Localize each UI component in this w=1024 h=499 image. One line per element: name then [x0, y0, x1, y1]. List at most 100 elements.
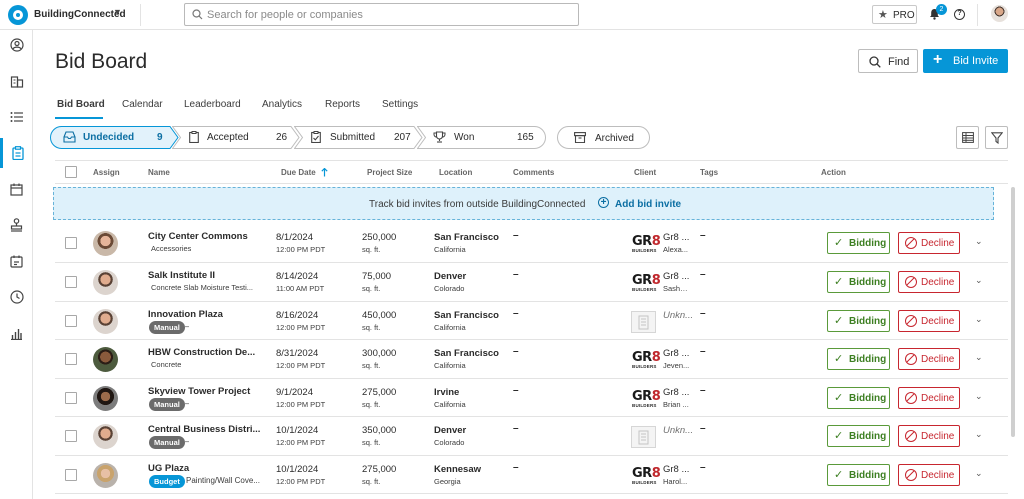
search-input[interactable]: Search for people or companies	[184, 3, 579, 26]
status-accepted[interactable]: Accepted 26	[172, 126, 300, 149]
decline-button[interactable]: Decline	[898, 463, 960, 486]
caret-down-icon[interactable]: ▼	[113, 7, 122, 17]
bidding-button[interactable]: ✓ Bidding	[827, 232, 890, 254]
bidding-button[interactable]: ✓ Bidding	[827, 386, 890, 409]
nav-profile-icon[interactable]	[0, 30, 33, 60]
brand-name[interactable]: BuildingConnected	[34, 9, 126, 20]
table-row[interactable]: Central Business Distri... Manual – 10/1…	[55, 417, 1008, 456]
sort-ascending-icon[interactable]	[321, 168, 328, 177]
row-checkbox[interactable]	[65, 430, 77, 442]
column-name[interactable]: Name	[148, 168, 170, 177]
bidding-button[interactable]: ✓ Bidding	[827, 309, 890, 332]
chevron-down-icon[interactable]: ⌄	[975, 429, 983, 440]
project-name[interactable]: Central Business Distri...	[148, 424, 266, 435]
chevron-down-icon[interactable]: ⌄	[975, 275, 983, 286]
tab-leaderboard[interactable]: Leaderboard	[184, 99, 241, 110]
status-archived[interactable]: Archived	[557, 126, 650, 149]
table-row[interactable]: HBW Construction De... Concrete 8/31/202…	[55, 340, 1008, 379]
table-row[interactable]: Salk Institute II Concrete Slab Moisture…	[55, 263, 1008, 302]
trade-label: Concrete	[151, 360, 182, 369]
select-all-checkbox[interactable]	[65, 166, 77, 178]
pro-button[interactable]: ★ PRO	[872, 5, 917, 24]
table-row[interactable]: Skyview Tower Project Manual – 9/1/2024 …	[55, 379, 1008, 417]
status-label: Won	[454, 132, 475, 143]
row-checkbox[interactable]	[65, 468, 77, 481]
status-submitted[interactable]: Submitted 207	[294, 126, 423, 149]
nav-list-icon[interactable]	[0, 102, 33, 132]
add-circle-icon[interactable]: +	[598, 197, 609, 208]
star-icon: ★	[878, 9, 888, 21]
bidding-button[interactable]: ✓ Bidding	[827, 271, 890, 293]
user-avatar[interactable]	[991, 5, 1008, 22]
column-client[interactable]: Client	[634, 168, 656, 177]
row-checkbox[interactable]	[65, 237, 77, 249]
status-undecided[interactable]: Undecided 9	[50, 126, 179, 149]
row-checkbox[interactable]	[65, 314, 77, 327]
status-won[interactable]: Won 165	[417, 126, 546, 149]
buildingconnected-logo-icon[interactable]	[8, 5, 28, 25]
row-checkbox[interactable]	[65, 391, 77, 404]
decline-button[interactable]: Decline	[898, 425, 960, 447]
project-name[interactable]: Salk Institute II	[148, 270, 266, 281]
add-bid-invite-link[interactable]: Add bid invite	[615, 199, 681, 210]
table-row[interactable]: UG Plaza Budget Painting/Wall Cove... 10…	[55, 456, 1008, 494]
assignee-avatar[interactable]	[93, 462, 118, 488]
chevron-down-icon[interactable]: ⌄	[975, 314, 983, 325]
decline-button[interactable]: Decline	[898, 271, 960, 293]
nav-schedule-icon[interactable]	[0, 246, 33, 276]
nav-buildings-icon[interactable]	[0, 66, 33, 96]
nav-stamp-icon[interactable]	[0, 210, 33, 240]
project-name[interactable]: HBW Construction De...	[148, 347, 266, 358]
bidding-button[interactable]: ✓ Bidding	[827, 348, 890, 370]
decline-button[interactable]: Decline	[898, 232, 960, 254]
decline-button[interactable]: Decline	[898, 309, 960, 332]
bidding-button[interactable]: ✓ Bidding	[827, 463, 890, 486]
tab-reports[interactable]: Reports	[325, 99, 360, 110]
tab-analytics[interactable]: Analytics	[262, 99, 302, 110]
assignee-avatar[interactable]	[93, 308, 118, 334]
bid-invite-button[interactable]: + Bid Invite	[923, 49, 1008, 73]
table-row[interactable]: Innovation Plaza Manual – 8/16/2024 12:0…	[55, 302, 1008, 340]
assignee-avatar[interactable]	[93, 347, 118, 372]
filter-button[interactable]	[985, 126, 1008, 149]
project-name[interactable]: City Center Commons	[148, 231, 266, 242]
vertical-scrollbar[interactable]	[1011, 187, 1015, 437]
chevron-down-icon[interactable]: ⌄	[975, 468, 983, 479]
table-view-button[interactable]	[956, 126, 979, 149]
column-tags[interactable]: Tags	[700, 168, 718, 177]
project-name[interactable]: Skyview Tower Project	[148, 386, 266, 397]
column-assign[interactable]: Assign	[93, 168, 120, 177]
ban-icon	[905, 237, 917, 249]
nav-analytics-icon[interactable]	[0, 318, 33, 348]
chevron-down-icon[interactable]: ⌄	[975, 236, 983, 247]
tab-bid-board[interactable]: Bid Board	[57, 99, 105, 110]
assignee-avatar[interactable]	[93, 424, 118, 449]
decline-button[interactable]: Decline	[898, 348, 960, 370]
assignee-avatar[interactable]	[93, 231, 118, 256]
decline-label: Decline	[921, 238, 955, 249]
decline-button[interactable]: Decline	[898, 386, 960, 409]
chevron-down-icon[interactable]: ⌄	[975, 391, 983, 402]
table-row[interactable]: City Center Commons Accessories 8/1/2024…	[55, 224, 1008, 263]
due-time: 12:00 PM PDT	[276, 322, 326, 332]
column-comments[interactable]: Comments	[513, 168, 554, 177]
row-checkbox[interactable]	[65, 353, 77, 365]
column-project-size[interactable]: Project Size	[367, 168, 412, 177]
due-time: 12:00 PM PDT	[276, 245, 326, 254]
find-button[interactable]: Find	[858, 49, 918, 73]
nav-clock-icon[interactable]	[0, 282, 33, 312]
column-location[interactable]: Location	[439, 168, 472, 177]
assignee-avatar[interactable]	[93, 385, 118, 411]
project-name[interactable]: UG Plaza	[148, 463, 266, 474]
chevron-down-icon[interactable]: ⌄	[975, 352, 983, 363]
nav-calendar-icon[interactable]	[0, 174, 33, 204]
bidding-button[interactable]: ✓ Bidding	[827, 425, 890, 447]
tab-settings[interactable]: Settings	[382, 99, 418, 110]
nav-bid-board-icon[interactable]	[0, 138, 33, 168]
column-due-date[interactable]: Due Date	[281, 168, 316, 177]
row-checkbox[interactable]	[65, 276, 77, 288]
project-name[interactable]: Innovation Plaza	[148, 309, 266, 320]
assignee-avatar[interactable]	[93, 270, 118, 295]
tab-calendar[interactable]: Calendar	[122, 99, 163, 110]
help-icon[interactable]: ?	[954, 9, 965, 20]
